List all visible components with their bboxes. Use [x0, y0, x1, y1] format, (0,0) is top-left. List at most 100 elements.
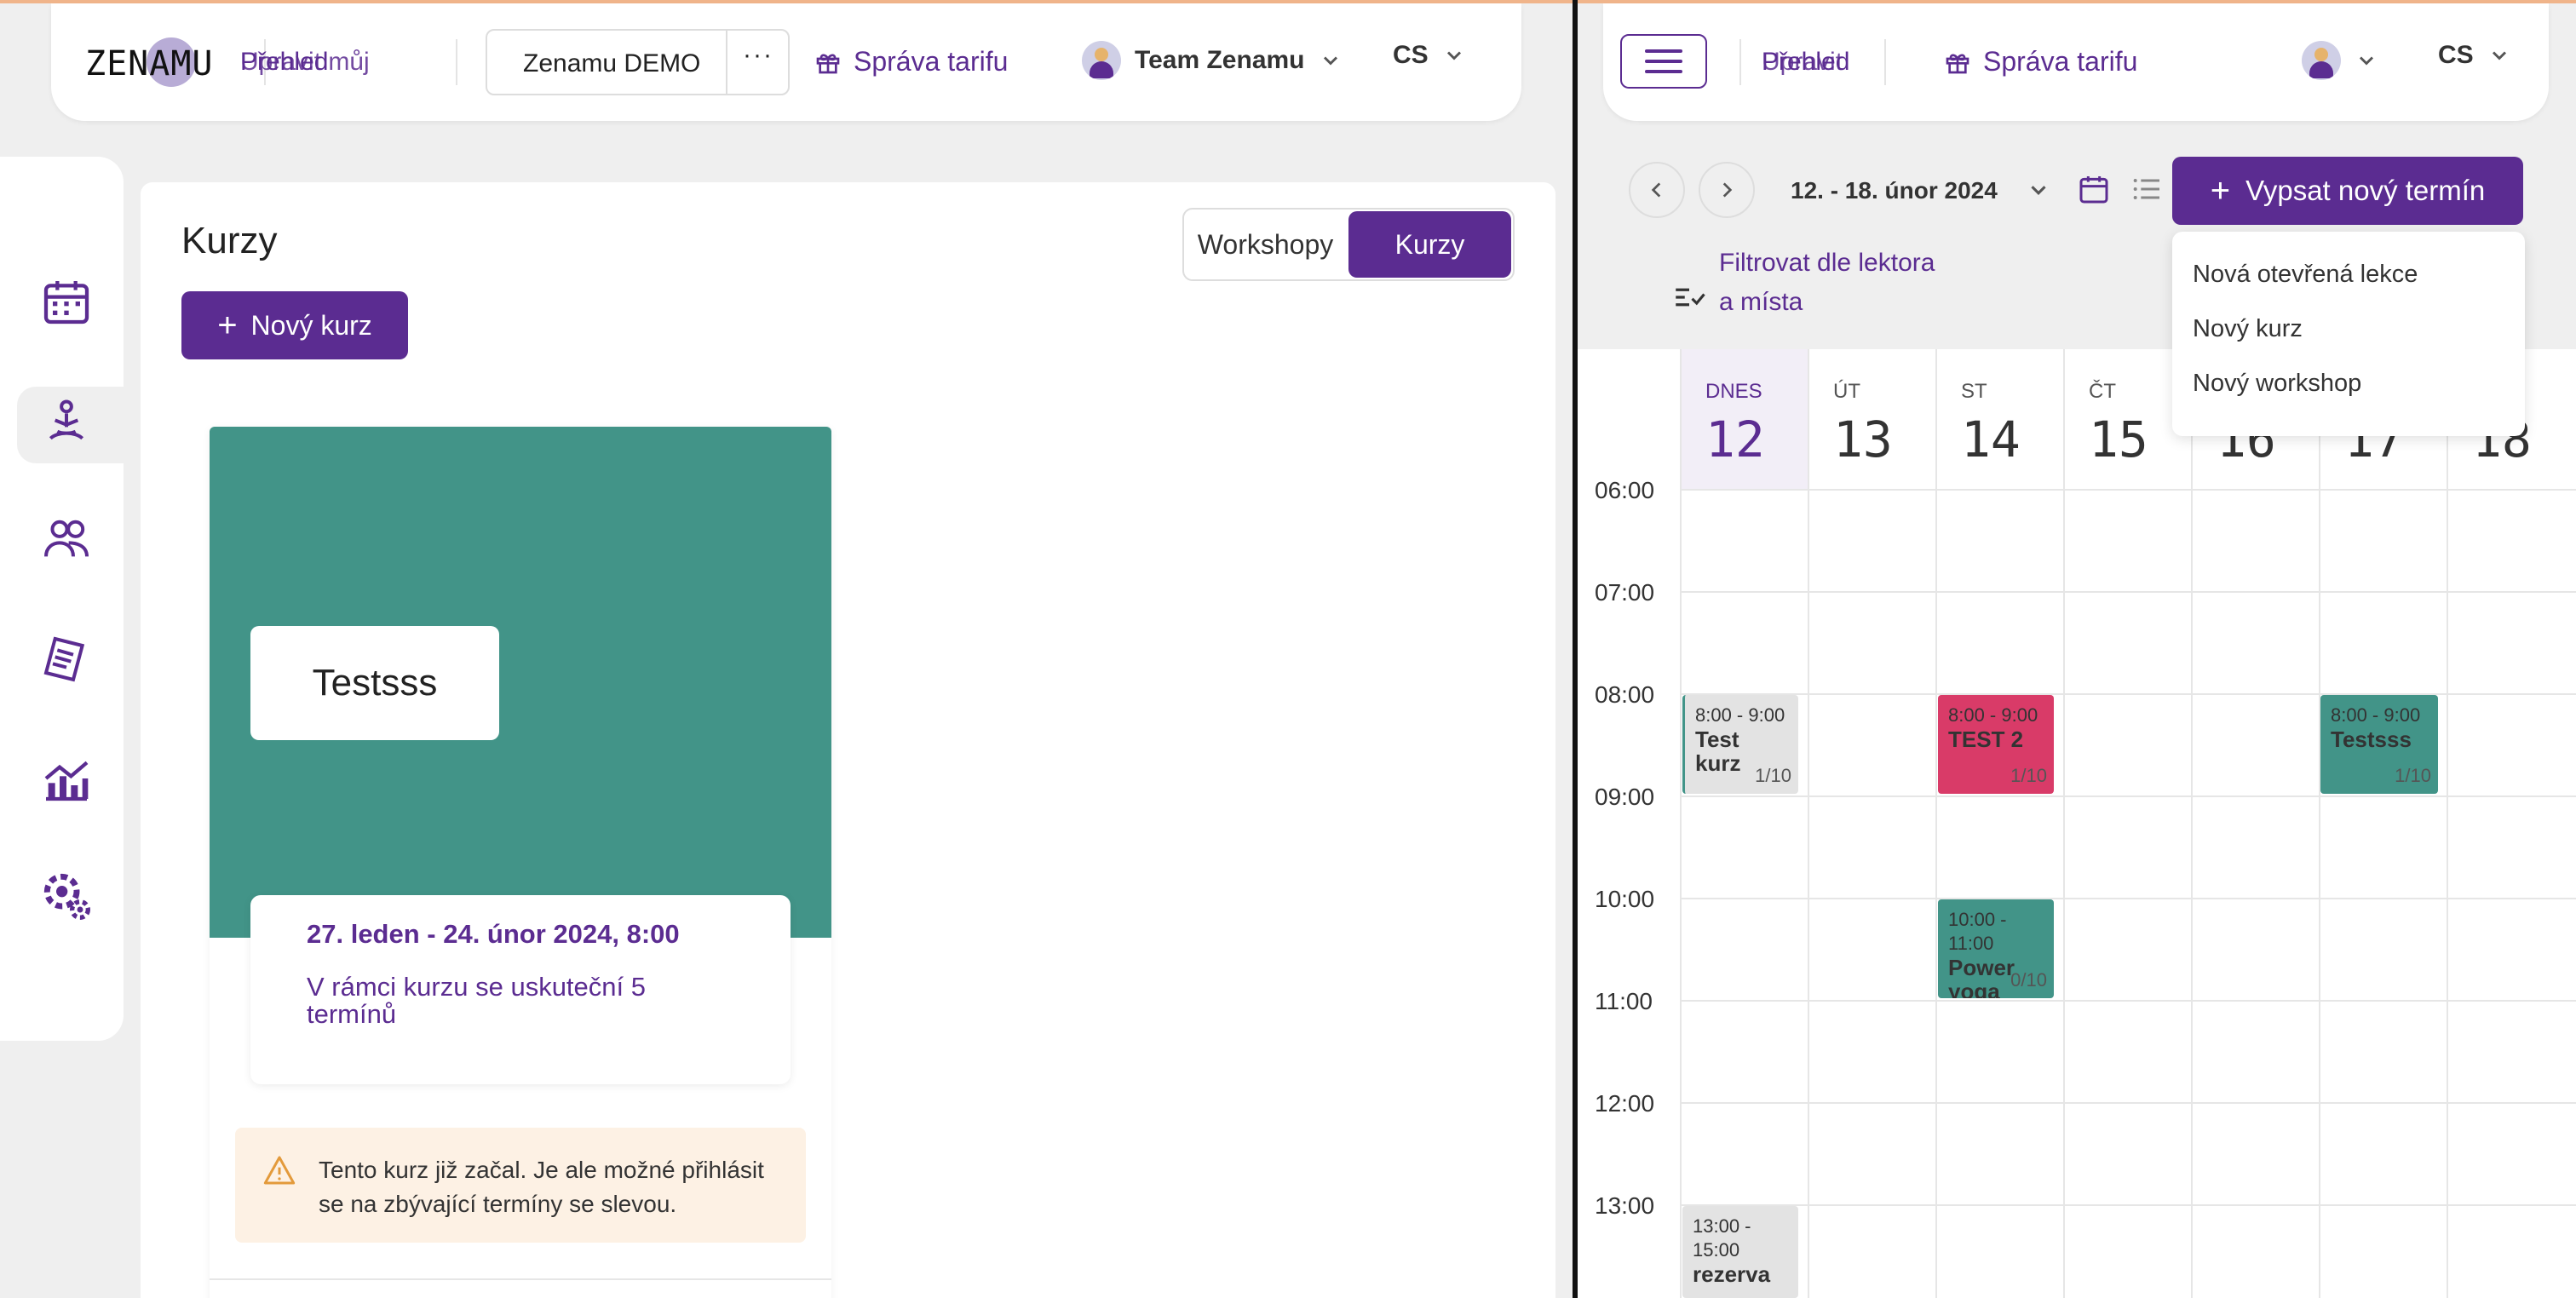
course-warning: Tento kurz již začal. Je ale možné přihl…	[235, 1128, 806, 1243]
calendar-event[interactable]: 8:00 - 9:00 TEST 2 1/10	[1938, 695, 2054, 794]
event-time: 8:00 - 9:00	[2331, 704, 2421, 726]
course-dates: 27. leden - 24. únor 2024, 8:00	[307, 919, 680, 949]
new-course-button[interactable]: + Nový kurz	[181, 291, 408, 359]
event-time: 8:00 - 9:00	[1695, 704, 1785, 726]
filter-line-1: Filtrovat dle lektora	[1719, 249, 1935, 277]
avatar	[2302, 41, 2341, 80]
avatar	[1082, 41, 1121, 80]
nav-edit-link[interactable]: Upravit můj	[240, 48, 370, 77]
menu-item-new-workshop[interactable]: Nový workshop	[2172, 370, 2525, 424]
time-label: 09:00	[1595, 784, 1655, 810]
stats-icon[interactable]	[39, 751, 99, 811]
team-menu[interactable]	[2302, 41, 2378, 80]
grid-line	[2191, 349, 2193, 1298]
header-divider	[456, 39, 457, 85]
chevron-down-icon	[1442, 43, 1466, 67]
menu-button[interactable]	[1620, 34, 1707, 89]
type-toggle: Workshopy Kurzy	[1182, 208, 1515, 281]
event-capacity: 0/10	[2010, 969, 2047, 991]
chevron-down-icon	[1319, 49, 1343, 72]
chevron-right-icon	[1716, 179, 1738, 201]
day-header[interactable]: ÚT 13	[1808, 349, 1935, 491]
event-time: 13:00 - 15:00	[1693, 1215, 1751, 1261]
course-name: Testsss	[250, 626, 499, 740]
plus-icon: +	[217, 307, 238, 344]
grid-line	[1680, 591, 2576, 593]
right-window: Přehled Upravit Správa tarifu CS 12. - 1…	[1578, 0, 2576, 1298]
courses-page: Kurzy Workshopy Kurzy + Nový kurz Testss…	[141, 182, 1555, 1298]
time-label: 12:00	[1595, 1090, 1655, 1117]
account-switcher[interactable]: Zenamu DEMO ···	[486, 29, 790, 95]
next-week-button[interactable]	[1699, 162, 1755, 218]
filter-line-2: a místa	[1719, 288, 1803, 316]
time-label: 10:00	[1595, 886, 1655, 912]
grid-line	[1935, 349, 1937, 1298]
yoga-icon[interactable]	[39, 395, 99, 455]
grid-line	[1680, 1000, 2576, 1002]
chevron-down-icon[interactable]	[2026, 177, 2051, 203]
week-range-label: 12. - 18. únor 2024	[1791, 177, 1998, 204]
calendar-icon[interactable]	[39, 274, 99, 334]
gift-icon	[816, 54, 840, 73]
nav-edit-link[interactable]: Upravit	[1762, 48, 1843, 77]
day-header-today[interactable]: DNES 12	[1680, 349, 1808, 491]
calendar-view-icon[interactable]	[2077, 172, 2111, 206]
day-header[interactable]: ST 14	[1935, 349, 2063, 491]
day-number: 13	[1833, 411, 1893, 468]
event-capacity: 1/10	[2395, 765, 2431, 786]
tab-courses[interactable]: Kurzy	[1348, 211, 1511, 278]
event-name: Testsss	[2331, 727, 2412, 752]
top-header: Přehled Upravit Správa tarifu CS	[1603, 3, 2549, 121]
tariff-link[interactable]: Správa tarifu	[1944, 46, 2137, 78]
logo-text: ZENAMU	[85, 44, 214, 83]
orders-icon[interactable]	[39, 632, 99, 692]
more-options-button[interactable]: ···	[743, 41, 773, 70]
chevron-down-icon	[2487, 43, 2511, 67]
language-label: CS	[2438, 41, 2474, 69]
team-name: Team Zenamu	[1135, 46, 1305, 74]
course-card[interactable]: Testsss 27. leden - 24. únor 2024, 8:00 …	[210, 427, 831, 1298]
grid-line	[2447, 349, 2448, 1298]
warning-text: Tento kurz již začal. Je ale možné přihl…	[319, 1157, 764, 1217]
day-name: ST	[1961, 380, 1987, 403]
time-label: 13:00	[1595, 1192, 1655, 1219]
tariff-label: Správa tarifu	[1983, 46, 2138, 77]
event-capacity: 1/10	[2010, 765, 2047, 786]
zenamu-logo[interactable]: ZENAMU	[85, 29, 239, 95]
menu-item-new-course[interactable]: Nový kurz	[2172, 315, 2525, 370]
team-menu[interactable]: Team Zenamu	[1082, 41, 1343, 80]
day-name: ČT	[2089, 380, 2116, 403]
gift-icon	[1946, 54, 1969, 73]
calendar-event[interactable]: 10:00 - 11:00 Power yoga 0/10	[1938, 899, 2054, 998]
grid-line	[2063, 349, 2065, 1298]
warning-icon	[262, 1153, 296, 1217]
calendar-event[interactable]: 13:00 - 15:00 rezerva	[1682, 1206, 1798, 1298]
week-range-select[interactable]: 12. - 18. únor 2024	[1791, 177, 1998, 204]
new-term-button[interactable]: + Vypsat nový termín	[2172, 157, 2523, 225]
tariff-link[interactable]: Správa tarifu	[814, 46, 1008, 78]
people-icon[interactable]	[39, 511, 99, 571]
language-select[interactable]: CS	[1393, 41, 1466, 70]
language-select[interactable]: CS	[2438, 41, 2511, 70]
settings-icon[interactable]	[39, 869, 99, 928]
language-label: CS	[1393, 41, 1429, 69]
filter-icon[interactable]	[1671, 279, 1707, 315]
calendar-event[interactable]: 8:00 - 9:00 Test kurz 1/10	[1682, 695, 1798, 794]
grid-line	[1808, 349, 1809, 1298]
grid-line	[1680, 795, 2576, 797]
tab-workshops[interactable]: Workshopy	[1184, 210, 1347, 279]
event-name: TEST 2	[1948, 727, 2024, 752]
day-number: 15	[2089, 411, 2148, 468]
calendar-event[interactable]: 8:00 - 9:00 Testsss 1/10	[2320, 695, 2438, 794]
filter-link[interactable]: Filtrovat dle lektora a místa	[1719, 244, 1935, 322]
account-name: Zenamu DEMO	[523, 49, 701, 78]
grid-line	[1680, 898, 2576, 899]
event-time: 8:00 - 9:00	[1948, 704, 2038, 726]
prev-week-button[interactable]	[1629, 162, 1685, 218]
tariff-label: Správa tarifu	[854, 46, 1009, 77]
time-label: 07:00	[1595, 579, 1655, 606]
menu-item-new-open-lesson[interactable]: Nová otevřená lekce	[2172, 261, 2525, 315]
time-label: 06:00	[1595, 477, 1655, 503]
sidebar	[0, 157, 124, 1041]
list-view-icon[interactable]	[2130, 172, 2164, 206]
